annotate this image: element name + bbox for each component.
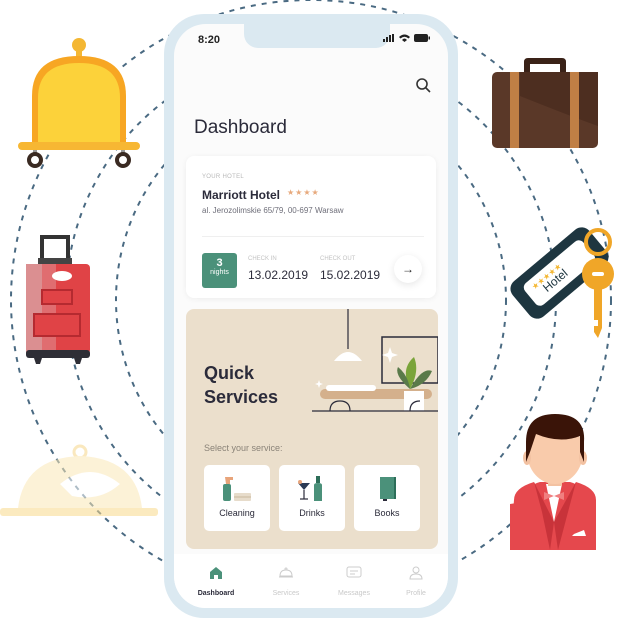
check-in-date: 13.02.2019 [248,268,309,282]
signal-icon [383,34,394,42]
red-suitcase-icon [26,235,90,364]
bottom-nav: Dashboard Services Messages Profile [174,554,448,608]
nights-count: 3 [216,257,223,269]
service-books-button[interactable]: Books [354,465,420,531]
service-label: Books [374,508,400,518]
bellboy-icon [510,414,596,550]
status-icons [383,34,430,42]
cleaning-icon [223,477,251,501]
divider [202,236,424,237]
quick-services-title: Quick Services [204,363,279,407]
nav-label: Profile [406,590,426,597]
check-in-label: CHECK IN [248,256,277,262]
nav-label: Messages [338,590,370,597]
profile-icon [409,566,423,580]
drinks-icon [298,476,322,501]
book-icon [380,477,396,501]
your-hotel-label: YOUR HOTEL [202,174,245,180]
nav-dashboard[interactable]: Dashboard [186,566,246,600]
living-room-illustration [312,309,438,412]
cloche-icon [0,444,158,516]
nav-profile[interactable]: Profile [386,566,446,600]
booking-details-button[interactable]: → [394,255,422,283]
nav-messages[interactable]: Messages [324,566,384,600]
cloche-icon [279,567,293,578]
nights-badge: 3 nights [202,253,237,288]
hotel-key-icon: Hotel ★★★★★ [510,227,614,338]
wifi-icon [399,34,410,42]
service-label: Cleaning [219,508,255,518]
nav-label: Services [272,590,300,597]
quick-services-card: Quick Services Select your service: Clea… [186,309,438,549]
service-cleaning-button[interactable]: Cleaning [204,465,270,531]
phone-notch [244,24,390,48]
luggage-cart-icon [18,38,140,168]
nav-label: Dashboard [197,590,235,597]
service-label: Drinks [299,508,325,518]
app-screen: 8:20 Dashboard YOUR HOTEL Marriott Hotel… [174,24,448,608]
battery-icon [414,34,430,42]
message-icon [346,566,362,578]
search-icon[interactable] [414,76,432,94]
check-out-label: CHECK OUT [320,256,356,262]
page-title: Dashboard [194,117,287,138]
hotel-name: Marriott Hotel [202,188,280,202]
nav-services[interactable]: Services [256,566,316,600]
hotel-stars: ★★★★ [287,188,320,197]
briefcase-icon [492,58,598,148]
check-out-date: 15.02.2019 [320,268,381,282]
nights-label: nights [210,269,229,276]
home-icon [210,567,222,579]
hotel-card[interactable]: YOUR HOTEL Marriott Hotel ★★★★ al. Jeroz… [186,156,436,298]
status-time: 8:20 [198,34,221,46]
service-drinks-button[interactable]: Drinks [279,465,345,531]
phone-frame: 8:20 Dashboard YOUR HOTEL Marriott Hotel… [164,14,458,618]
select-service-label: Select your service: [204,443,283,453]
hotel-address: al. Jerozolimskie 65/79, 00-697 Warsaw [202,206,344,215]
